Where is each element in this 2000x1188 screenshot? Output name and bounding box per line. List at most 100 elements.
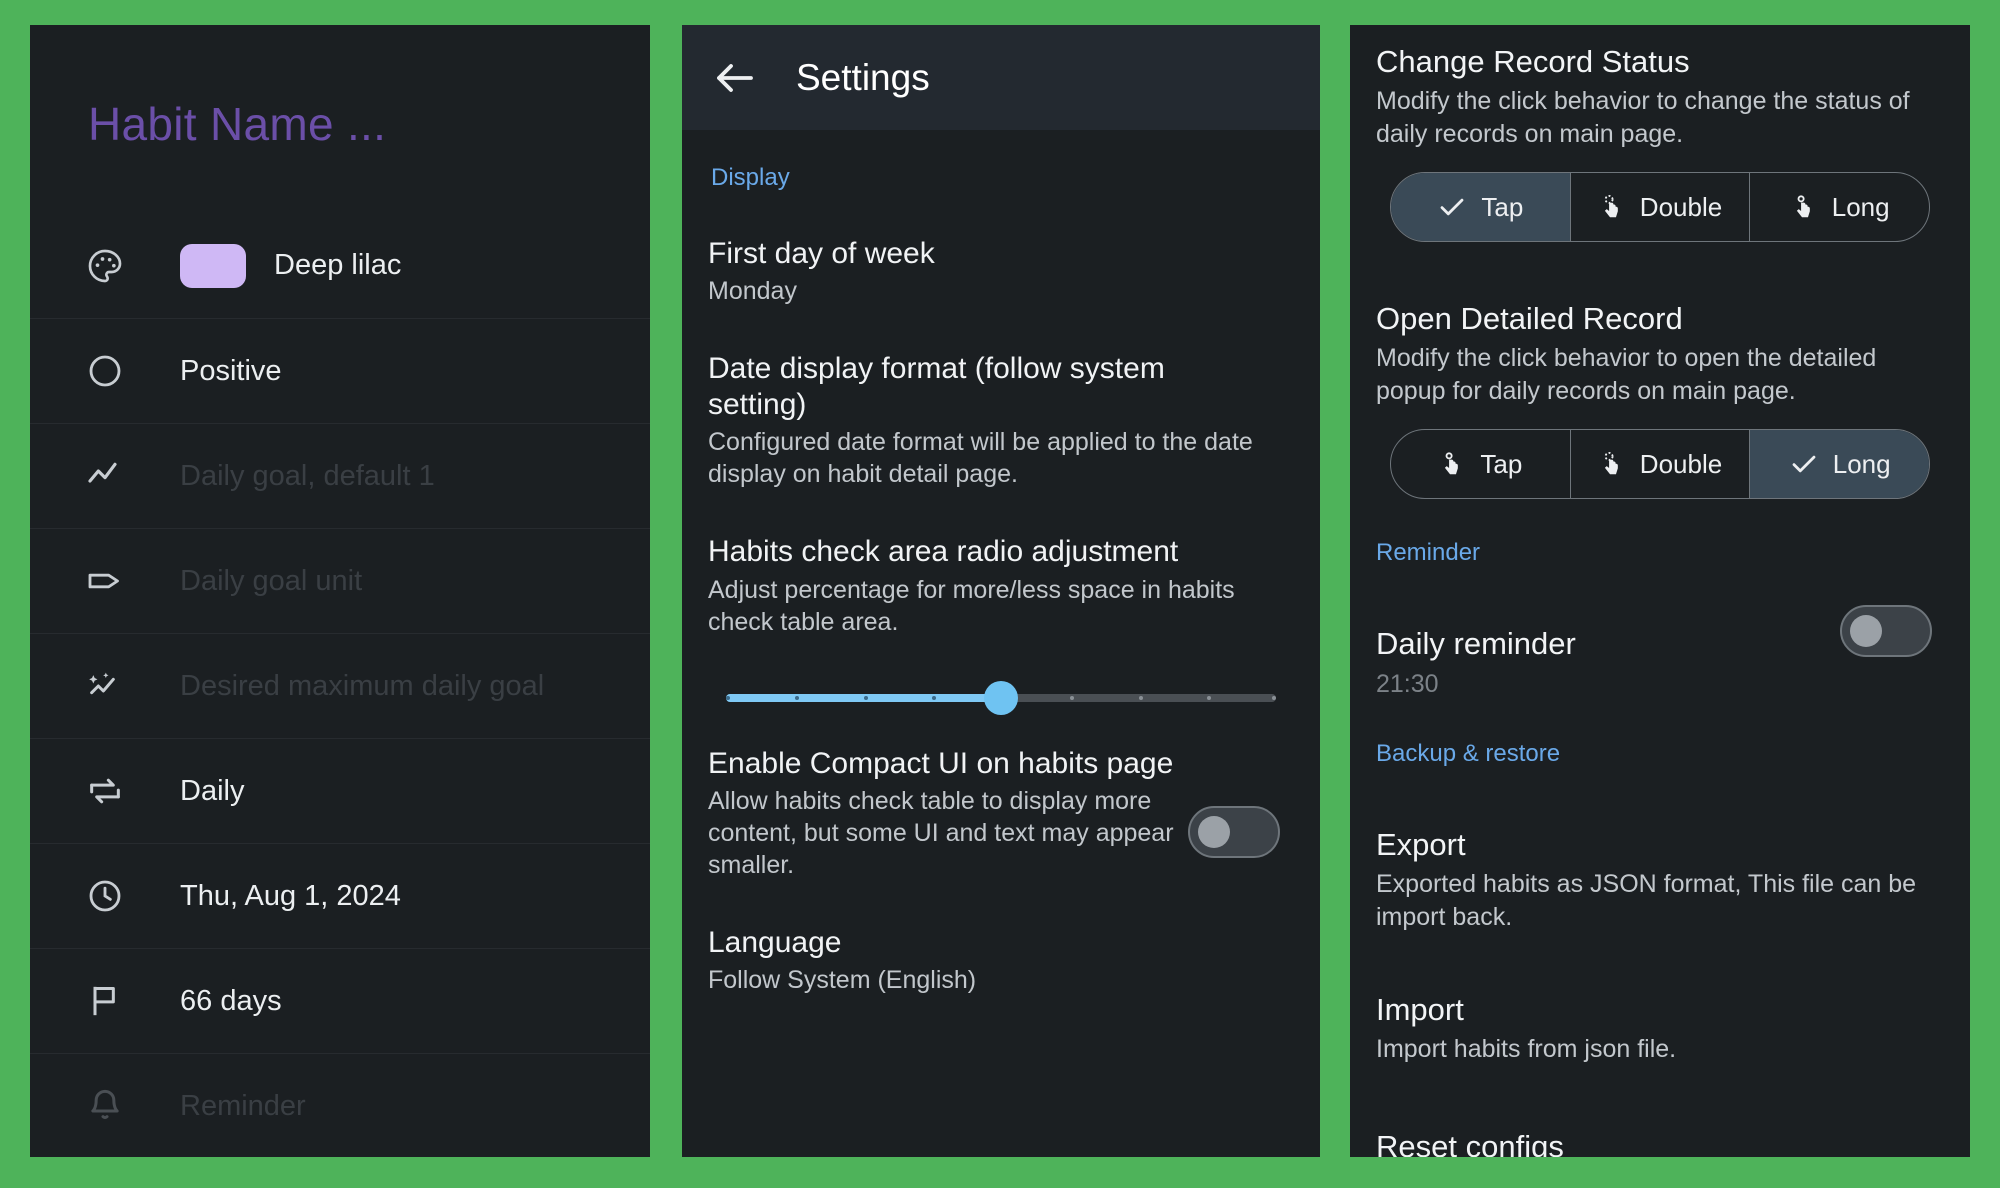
double-tap-icon: [1598, 192, 1626, 222]
slider-tick: [932, 695, 937, 700]
segment-label: Long: [1832, 448, 1891, 479]
pref-habits-check-area-radio: Habits check area radio adjustment Adjus…: [708, 490, 1294, 715]
habit-row-polarity[interactable]: Positive: [30, 318, 650, 423]
pref-subtitle: Configured date format will be applied t…: [708, 428, 1253, 489]
segment-tap[interactable]: Tap: [1391, 173, 1571, 242]
clock-icon: [82, 873, 128, 919]
bell-icon: [82, 1083, 128, 1129]
segment-label: Long: [1831, 191, 1890, 222]
pref-title: Import: [1376, 992, 1464, 1028]
habit-color-swatch[interactable]: [180, 243, 246, 288]
pref-subtitle: Modify the click behavior to open the de…: [1376, 344, 1877, 405]
back-arrow-icon[interactable]: [708, 51, 762, 105]
page-title: Settings: [796, 56, 930, 98]
segment-label: Tap: [1481, 191, 1524, 222]
open-detailed-record-segmented-control[interactable]: Tap Double Long: [1390, 429, 1930, 500]
tap-icon: [1438, 449, 1466, 479]
radio-adjustment-slider[interactable]: [708, 638, 1294, 715]
habit-polarity-label: Positive: [180, 354, 282, 387]
segment-double[interactable]: Double: [1571, 173, 1751, 242]
check-icon: [1789, 449, 1819, 479]
palette-icon: [82, 243, 128, 289]
habit-row-goal-unit[interactable]: Daily goal unit: [30, 528, 650, 633]
double-tap-icon: [1598, 449, 1626, 479]
settings-panel: Settings Display First day of week Monda…: [682, 25, 1320, 1157]
habit-max-goal-label: Desired maximum daily goal: [180, 669, 545, 702]
slider-tick: [1207, 695, 1212, 700]
pref-title: Habits check area radio adjustment: [708, 535, 1179, 569]
habit-name-field[interactable]: Habit Name ...: [30, 25, 650, 151]
habit-color-label: Deep lilac: [274, 249, 402, 281]
circle-icon: [82, 348, 128, 394]
screenshot-stage: Habit Name ... Deep lilac Positive Daily…: [0, 0, 2000, 1188]
settings-content: Display First day of week Monday Date di…: [682, 130, 1320, 996]
segment-long[interactable]: Long: [1750, 173, 1929, 241]
check-icon: [1437, 192, 1467, 222]
pref-subtitle: Allow habits check table to display more…: [708, 786, 1174, 879]
habit-detail-panel: Habit Name ... Deep lilac Positive Daily…: [30, 25, 650, 1157]
pref-language[interactable]: Language Follow System (English): [708, 881, 1294, 996]
slider-track[interactable]: [726, 680, 1277, 715]
slider-tick: [1138, 695, 1143, 700]
pref-title: Open Detailed Record: [1376, 301, 1683, 337]
habit-frequency-label: Daily: [180, 774, 245, 807]
slider-tick: [726, 695, 730, 700]
slider-tick: [1272, 695, 1277, 700]
habit-row-reminder[interactable]: Reminder: [30, 1053, 650, 1157]
pref-subtitle: Modify the click behavior to change the …: [1376, 87, 1910, 148]
trend-line-icon: [82, 453, 128, 499]
segment-tap[interactable]: Tap: [1391, 430, 1571, 499]
segment-label: Double: [1639, 191, 1723, 222]
pref-daily-reminder[interactable]: Daily reminder 21:30: [1376, 567, 1944, 700]
section-header-backup-restore: Backup & restore: [1376, 740, 1561, 768]
habit-properties-list: Deep lilac Positive Daily goal, default …: [30, 213, 650, 1157]
toggle-knob: [1850, 615, 1882, 648]
habit-row-daily-goal[interactable]: Daily goal, default 1: [30, 423, 650, 528]
slider-tick: [863, 695, 868, 700]
pref-title: Enable Compact UI on habits page: [708, 746, 1174, 780]
pref-first-day-of-week[interactable]: First day of week Monday: [708, 192, 1294, 307]
daily-reminder-toggle[interactable]: [1840, 605, 1932, 658]
pref-open-detailed-record: Open Detailed Record Modify the click be…: [1376, 242, 1944, 500]
pref-subtitle: Import habits from json file.: [1376, 1035, 1677, 1064]
segment-label: Double: [1639, 448, 1723, 479]
tag-icon: [82, 558, 128, 604]
pref-change-record-status: Change Record Status Modify the click be…: [1376, 25, 1944, 243]
settings-appbar: Settings: [682, 25, 1320, 130]
habit-row-duration[interactable]: 66 days: [30, 948, 650, 1053]
pref-title: Reset configs: [1376, 1128, 1564, 1157]
long-press-icon: [1790, 192, 1818, 222]
pref-enable-compact-ui[interactable]: Enable Compact UI on habits page Allow h…: [708, 702, 1294, 881]
habit-row-start-date[interactable]: Thu, Aug 1, 2024: [30, 843, 650, 948]
section-header-reminder: Reminder: [1376, 539, 1481, 567]
flag-icon: [82, 978, 128, 1024]
pref-value: Follow System (English): [708, 966, 977, 995]
habit-row-frequency[interactable]: Daily: [30, 738, 650, 843]
pref-export[interactable]: Export Exported habits as JSON format, T…: [1376, 768, 1944, 933]
habit-start-date-label: Thu, Aug 1, 2024: [180, 879, 401, 912]
pref-value: 21:30: [1376, 669, 1439, 698]
habit-reminder-label: Reminder: [180, 1089, 306, 1122]
pref-title: Change Record Status: [1376, 44, 1690, 79]
pref-import[interactable]: Import Import habits from json file.: [1376, 933, 1944, 1066]
pref-subtitle: Exported habits as JSON format, This fil…: [1376, 870, 1917, 931]
segment-long[interactable]: Long: [1750, 430, 1929, 499]
compact-ui-toggle[interactable]: [1188, 805, 1280, 858]
pref-title: Language: [708, 925, 842, 959]
habit-row-color[interactable]: Deep lilac: [30, 213, 650, 318]
habit-goal-unit-label: Daily goal unit: [180, 564, 363, 597]
slider-tick: [1069, 695, 1074, 700]
habit-row-max-goal[interactable]: Desired maximum daily goal: [30, 633, 650, 738]
pref-reset-configs[interactable]: Reset configs: [1376, 1066, 1944, 1157]
segment-double[interactable]: Double: [1571, 430, 1751, 499]
pref-subtitle: Adjust percentage for more/less space in…: [708, 575, 1235, 636]
slider-tick: [794, 695, 799, 700]
pref-date-display-format[interactable]: Date display format (follow system setti…: [708, 307, 1294, 490]
settings-right-content: Change Record Status Modify the click be…: [1350, 25, 1970, 1157]
repeat-icon: [82, 768, 128, 814]
sparkle-chart-icon: [82, 663, 128, 709]
pref-title: First day of week: [708, 237, 935, 270]
change-record-status-segmented-control[interactable]: Tap Double Long: [1390, 172, 1930, 243]
segment-label: Tap: [1480, 448, 1523, 479]
pref-title: Date display format (follow system setti…: [708, 352, 1165, 421]
